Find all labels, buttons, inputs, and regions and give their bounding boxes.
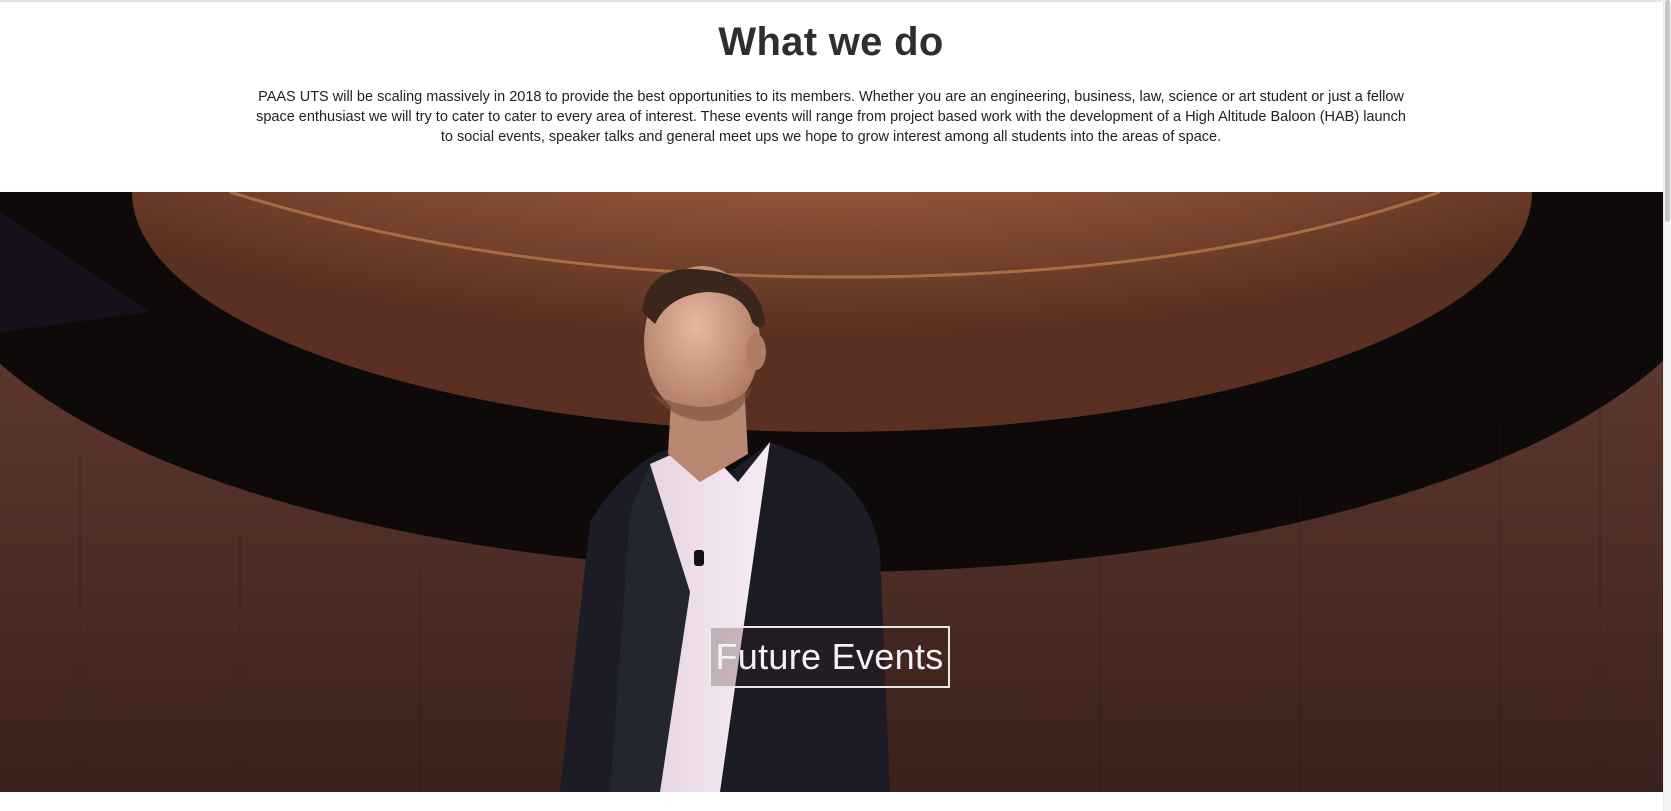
hero-person-ear [746,334,766,370]
page: What we do PAAS UTS will be scaling mass… [0,0,1671,811]
section-title: What we do [718,20,944,64]
what-we-do-section: What we do PAAS UTS will be scaling mass… [0,0,1662,192]
hero-person-microphone [694,550,704,566]
future-events-button[interactable]: Future Events [709,626,950,688]
hero-banner: Future Events [0,192,1663,792]
section-description: PAAS UTS will be scaling massively in 20… [256,89,1406,145]
hero-photo [0,192,1663,792]
scrollbar-thumb[interactable] [1665,0,1670,222]
